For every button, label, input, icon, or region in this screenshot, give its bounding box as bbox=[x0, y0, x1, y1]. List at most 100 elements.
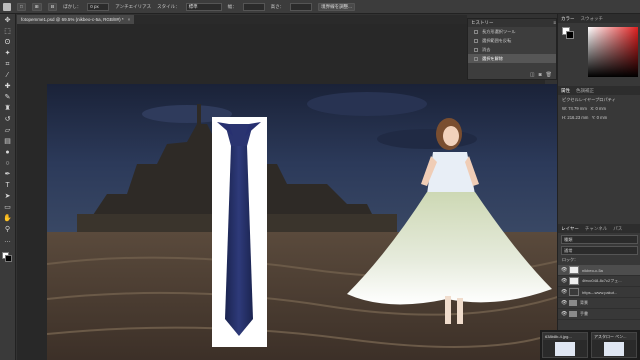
history-item[interactable]: 選択範囲を反転 bbox=[468, 36, 556, 45]
tab-properties[interactable]: 属性 bbox=[561, 88, 570, 94]
layer-thumbnail bbox=[569, 288, 579, 296]
document-tab[interactable]: fotopemme1.psd @ 69.5% (nikbeo-c-5a, RGB… bbox=[17, 15, 135, 24]
trash-icon[interactable]: 🗑 bbox=[546, 72, 552, 78]
color-panel-header: カラー スウォッチ bbox=[558, 14, 640, 23]
color-spectrum[interactable] bbox=[588, 27, 638, 77]
history-panel: ヒストリー ≡ 長方形選択ツール 選択範囲を反転 消去 選択を解除 ◫ ◙ 🗑 bbox=[467, 18, 557, 80]
move-icon[interactable]: ✥ bbox=[3, 17, 13, 25]
history-item[interactable]: 長方形選択ツール bbox=[468, 27, 556, 36]
history-item[interactable]: 消去 bbox=[468, 45, 556, 54]
stamp-icon[interactable]: ♜ bbox=[3, 105, 13, 113]
color-picker bbox=[560, 24, 639, 79]
history-state-icon bbox=[474, 47, 478, 52]
background-color-swatch[interactable] bbox=[5, 255, 12, 262]
feather-label: ぼかし： bbox=[63, 3, 82, 9]
layer-thumbnail bbox=[569, 266, 579, 274]
history-state-icon bbox=[474, 29, 478, 34]
camera-icon[interactable]: ◙ bbox=[539, 72, 542, 78]
y-value[interactable]: 0 mm bbox=[597, 115, 607, 120]
taskbar-thumbnail[interactable]: アスタロー ペン... bbox=[591, 332, 637, 358]
layer-name: nikbeo-c-5a bbox=[582, 267, 603, 273]
history-brush-icon[interactable]: ↺ bbox=[3, 116, 13, 124]
tab-layers[interactable]: レイヤー bbox=[561, 226, 579, 232]
layer-group-row[interactable]: 👁 背景 bbox=[558, 298, 640, 309]
marquee-icon[interactable]: ⬚ bbox=[3, 28, 13, 36]
w-value[interactable]: 74.79 mm bbox=[568, 106, 587, 111]
layer-row[interactable]: 👁 nikbeo-c-5a bbox=[558, 265, 640, 276]
feather-input[interactable]: 0 px bbox=[87, 2, 110, 11]
h-value[interactable]: 216.23 mm bbox=[567, 115, 588, 120]
subtract-selection-button[interactable]: ⊟ bbox=[47, 2, 58, 11]
properties-title: ピクセルレイヤープロパティ bbox=[562, 97, 616, 102]
eye-icon[interactable]: 👁 bbox=[561, 289, 567, 295]
thumbnail-image bbox=[555, 342, 575, 356]
layer-name: 背景 bbox=[580, 300, 588, 305]
panel-menu-icon[interactable]: ≡ bbox=[553, 19, 556, 27]
layer-row[interactable]: 👁 https---www.pakut... bbox=[558, 287, 640, 298]
crop-icon[interactable]: ⌗ bbox=[3, 61, 13, 69]
history-item-selected[interactable]: 選択を解除 bbox=[468, 54, 556, 63]
tab-color[interactable]: カラー bbox=[561, 16, 575, 22]
refine-edge-button[interactable]: 境界線を調整... bbox=[318, 2, 355, 11]
eyedropper-icon[interactable]: ⁄ bbox=[3, 72, 13, 80]
eye-icon[interactable]: 👁 bbox=[561, 267, 567, 273]
x-value[interactable]: 0 mm bbox=[595, 106, 605, 111]
blur-icon[interactable]: ● bbox=[3, 149, 13, 157]
thumbnail-title: アスタロー ペン... bbox=[592, 333, 636, 340]
history-item-label: 長方形選択ツール bbox=[482, 29, 516, 34]
antialias-label[interactable]: アンチエイリアス bbox=[115, 4, 151, 10]
taskbar-thumbnail[interactable]: 638b8b-4.jpg... bbox=[542, 332, 588, 358]
brush-icon[interactable]: ✎ bbox=[3, 94, 13, 102]
type-icon[interactable]: T bbox=[3, 182, 13, 190]
height-input[interactable] bbox=[290, 2, 313, 11]
zoom-icon[interactable]: ⚲ bbox=[3, 226, 13, 234]
width-label: 幅： bbox=[227, 3, 237, 9]
path-select-icon[interactable]: ➤ bbox=[3, 193, 13, 201]
castle-spire bbox=[197, 104, 201, 126]
healing-icon[interactable]: ✚ bbox=[3, 83, 13, 91]
h-label: H: bbox=[562, 115, 567, 120]
more-tools-icon[interactable]: … bbox=[3, 237, 13, 245]
layer-name: https---www.pakut... bbox=[582, 289, 618, 295]
property-width: W: 74.79 mm X: 0 mm bbox=[558, 104, 640, 113]
marquee-tool-icon[interactable] bbox=[3, 2, 11, 11]
layer-filter-select[interactable]: 種類 bbox=[561, 235, 638, 244]
taskbar-previews: 638b8b-4.jpg... アスタロー ペン... bbox=[540, 330, 640, 360]
dodge-icon[interactable]: ○ bbox=[3, 160, 13, 168]
snapshot-icon[interactable]: ◫ bbox=[530, 72, 535, 78]
new-selection-button[interactable]: □ bbox=[17, 2, 26, 11]
layer-row[interactable]: 👁 4fecc048-8c7c2フェ... bbox=[558, 276, 640, 287]
hand-icon[interactable]: ✋ bbox=[3, 215, 13, 223]
history-state-icon bbox=[474, 38, 478, 43]
shape-icon[interactable]: ▭ bbox=[3, 204, 13, 212]
tab-channels[interactable]: チャンネル bbox=[585, 226, 607, 232]
lasso-icon[interactable]: ʘ bbox=[3, 39, 13, 47]
eye-icon[interactable]: 👁 bbox=[561, 300, 567, 306]
tab-swatches[interactable]: スウォッチ bbox=[581, 16, 604, 22]
blend-mode-select[interactable]: 通常 bbox=[561, 246, 638, 255]
document-canvas[interactable] bbox=[47, 84, 567, 360]
history-panel-header[interactable]: ヒストリー ≡ bbox=[468, 19, 556, 27]
pen-icon[interactable]: ✒ bbox=[3, 171, 13, 179]
toolbox: ✥ ⬚ ʘ ✦ ⌗ ⁄ ✚ ✎ ♜ ↺ ▱ ▤ ● ○ ✒ T ➤ ▭ ✋ ⚲ … bbox=[0, 14, 16, 360]
gradient-icon[interactable]: ▤ bbox=[3, 138, 13, 146]
style-select[interactable]: 標準 bbox=[185, 2, 222, 11]
eye-icon[interactable]: 👁 bbox=[561, 311, 567, 317]
background-color[interactable] bbox=[566, 31, 574, 39]
eye-icon[interactable]: 👁 bbox=[561, 278, 567, 284]
close-tab-icon[interactable]: × bbox=[128, 17, 131, 22]
layer-thumbnail bbox=[569, 277, 579, 285]
add-selection-button[interactable]: ⊞ bbox=[31, 2, 42, 11]
magic-wand-icon[interactable]: ✦ bbox=[3, 50, 13, 58]
woman-leg bbox=[457, 298, 463, 324]
tab-adjustments[interactable]: 色調補正 bbox=[576, 88, 594, 94]
width-input[interactable] bbox=[242, 2, 265, 11]
folder-icon bbox=[569, 311, 577, 317]
eraser-icon[interactable]: ▱ bbox=[3, 127, 13, 135]
style-label: スタイル： bbox=[157, 3, 180, 9]
layer-group-row[interactable]: 👁 手書 bbox=[558, 309, 640, 320]
history-item-label: 選択範囲を反転 bbox=[482, 38, 512, 43]
cloud bbox=[377, 129, 477, 149]
cloud bbox=[307, 92, 427, 116]
tab-paths[interactable]: パス bbox=[613, 226, 622, 232]
